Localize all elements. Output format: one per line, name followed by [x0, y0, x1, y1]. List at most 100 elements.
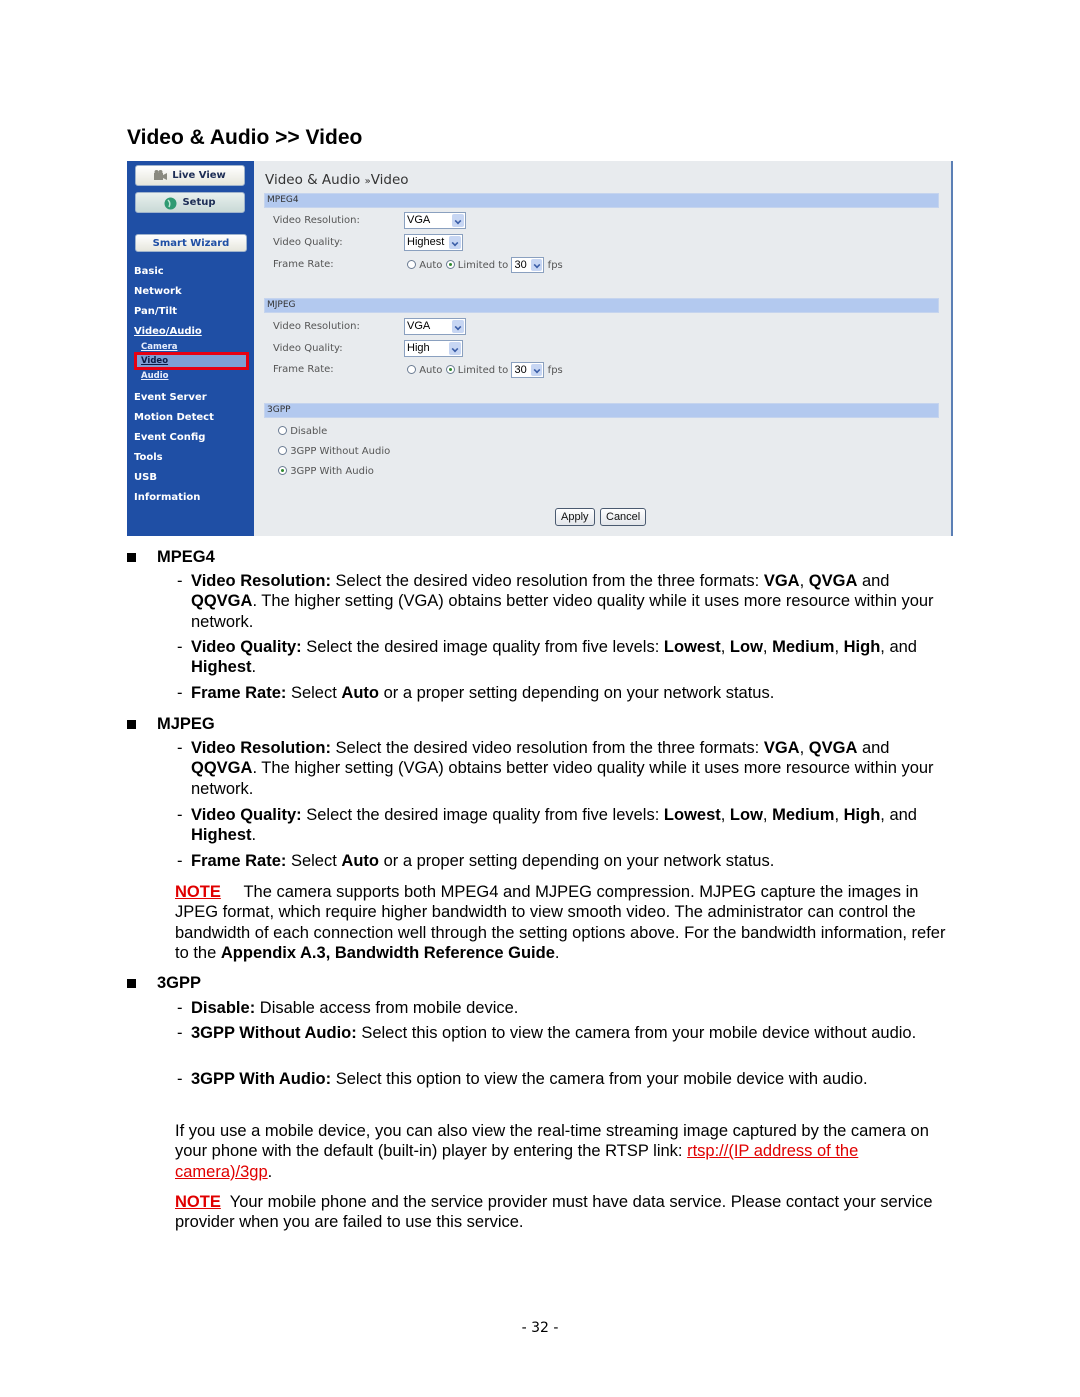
mobile-rtsp-paragraph: If you use a mobile device, you can also… — [175, 1121, 955, 1182]
mpeg4-resolution-select[interactable]: VGA — [404, 212, 466, 229]
gpp-option-disable[interactable]: Disable — [278, 426, 327, 437]
nav-motion-detect[interactable]: Motion Detect — [134, 412, 214, 423]
gpp-with-audio-radio[interactable] — [278, 466, 287, 475]
note-label: NOTE — [175, 883, 221, 901]
chevron-down-icon — [449, 236, 461, 249]
mpeg4-frame-rate-options: Auto Limited to 30 fps — [407, 257, 563, 273]
content-title: Video & Audio »Video — [265, 172, 409, 188]
nav-tools[interactable]: Tools — [134, 452, 163, 463]
nav-information[interactable]: Information — [134, 492, 200, 503]
nav-event-server[interactable]: Event Server — [134, 392, 207, 403]
apply-button[interactable]: Apply — [555, 508, 595, 526]
smart-wizard-button[interactable]: Smart Wizard — [135, 234, 247, 252]
mjpeg-auto-label: Auto — [419, 365, 443, 376]
cancel-button[interactable]: Cancel — [600, 508, 647, 526]
nav-usb[interactable]: USB — [134, 472, 157, 483]
bold-text: Low — [729, 806, 763, 824]
gpp-disable-item: - Disable: Disable access from mobile de… — [175, 998, 955, 1018]
chevron-down-icon — [449, 342, 461, 355]
bullet-square-icon — [127, 978, 136, 988]
gpp-without-audio-label: 3GPP Without Audio — [290, 446, 391, 457]
mjpeg-resolution-label: Video Resolution: — [273, 321, 360, 332]
bold-text: Medium — [772, 638, 835, 656]
text-run: Select the desired video resolution from… — [330, 739, 764, 757]
mpeg4-quality-value: Highest — [407, 236, 445, 248]
chevron-down-icon — [531, 259, 543, 271]
text-run: Select the desired video resolution from… — [330, 572, 764, 590]
nav-network[interactable]: Network — [134, 286, 182, 297]
dash-marker: - — [177, 999, 183, 1017]
mpeg4-limited-radio[interactable] — [445, 260, 455, 269]
bold-text: 3GPP With Audio: — [191, 1070, 332, 1088]
mjpeg-fps-unit: fps — [547, 365, 563, 376]
chevron-down-icon — [531, 364, 543, 376]
note-compression: NOTE The camera supports both MPEG4 and … — [175, 882, 955, 963]
text-run: , — [720, 638, 730, 656]
nav-pan-tilt[interactable]: Pan/Tilt — [134, 306, 177, 317]
gpp-option-with-audio[interactable]: 3GPP With Audio — [278, 466, 374, 477]
mpeg4-fps-value: 30 — [514, 259, 527, 271]
mpeg4-fps-unit: fps — [547, 260, 563, 271]
sidebar: Live View Setup Smart Wizard Basic Netwo… — [127, 161, 254, 536]
text-run: Select this option to view the camera fr… — [331, 1070, 868, 1088]
nav-video[interactable]: Video — [141, 356, 168, 366]
mpeg4-resolution-label: Video Resolution: — [273, 215, 360, 226]
text-run: Disable access from mobile device. — [255, 999, 519, 1017]
gpp-disable-radio[interactable] — [278, 426, 287, 435]
bold-text: VGA — [763, 739, 800, 757]
mjpeg-heading: MJPEG — [127, 714, 215, 734]
gpp-disable-label: Disable — [290, 426, 328, 437]
mjpeg-heading-text: MJPEG — [157, 715, 215, 733]
bold-text: Video Resolution: — [191, 739, 331, 757]
mpeg4-quality-label: Video Quality: — [273, 237, 343, 248]
bullet-square-icon — [127, 552, 136, 562]
mpeg4-resolution-item: - Video Resolution: Select the desired v… — [175, 571, 955, 632]
dash-marker: - — [177, 806, 183, 824]
text-run: Select the desired image quality from fi… — [301, 638, 664, 656]
video-camera-icon — [154, 170, 168, 181]
text-run: , and — [880, 806, 917, 824]
mjpeg-fps-select[interactable]: 30 — [511, 362, 545, 378]
mjpeg-resolution-select[interactable]: VGA — [404, 318, 466, 335]
mpeg4-auto-radio[interactable] — [407, 260, 416, 269]
nav-event-config[interactable]: Event Config — [134, 432, 205, 443]
text-run: Your mobile phone and the service provid… — [175, 1193, 938, 1232]
gpp-heading-text: 3GPP — [157, 974, 202, 992]
mpeg4-resolution-value: VGA — [407, 214, 431, 226]
bold-text: QQVGA — [191, 592, 253, 611]
nav-camera[interactable]: Camera — [141, 342, 178, 352]
mjpeg-frame-rate-label: Frame Rate: — [273, 364, 334, 375]
page-heading: Video & Audio >> Video — [127, 126, 363, 149]
mjpeg-frame-rate-options: Auto Limited to 30 fps — [407, 362, 563, 378]
bold-text: Video Quality: — [191, 806, 302, 824]
nav-video-audio[interactable]: Video/Audio — [134, 326, 202, 337]
live-view-button[interactable]: Live View — [135, 165, 245, 186]
dash-marker: - — [177, 572, 183, 590]
bold-text: QVGA — [808, 739, 858, 757]
bold-text: Frame Rate: — [191, 684, 287, 702]
mjpeg-frame-rate-item: - Frame Rate: Select Auto or a proper se… — [175, 851, 955, 871]
nav-audio[interactable]: Audio — [141, 371, 168, 381]
gpp-without-audio-radio[interactable] — [278, 446, 287, 455]
mjpeg-limited-radio[interactable] — [445, 365, 455, 374]
bold-text: Video Resolution: — [191, 572, 331, 590]
setup-button[interactable]: Setup — [135, 192, 245, 213]
bold-text: 3GPP Without Audio: — [191, 1024, 357, 1042]
dash-marker: - — [177, 1024, 183, 1042]
nav-basic[interactable]: Basic — [134, 266, 164, 277]
text-run: , — [834, 638, 844, 656]
gpp-option-without-audio[interactable]: 3GPP Without Audio — [278, 446, 390, 457]
bold-text: Frame Rate: — [191, 852, 287, 870]
mjpeg-quality-select[interactable]: High — [404, 340, 463, 357]
bold-text: Highest — [191, 826, 252, 845]
text-run: , — [834, 806, 844, 824]
mpeg4-fps-select[interactable]: 30 — [511, 257, 545, 273]
mpeg4-quality-select[interactable]: Highest — [404, 234, 463, 251]
title-part1: Video & Audio — [265, 172, 361, 188]
mpeg4-heading: MPEG4 — [127, 547, 215, 567]
text-run: , — [720, 806, 730, 824]
text-run: . — [554, 943, 560, 962]
mjpeg-auto-radio[interactable] — [407, 365, 416, 374]
text-run: , — [799, 739, 809, 757]
dash-marker: - — [177, 638, 183, 656]
